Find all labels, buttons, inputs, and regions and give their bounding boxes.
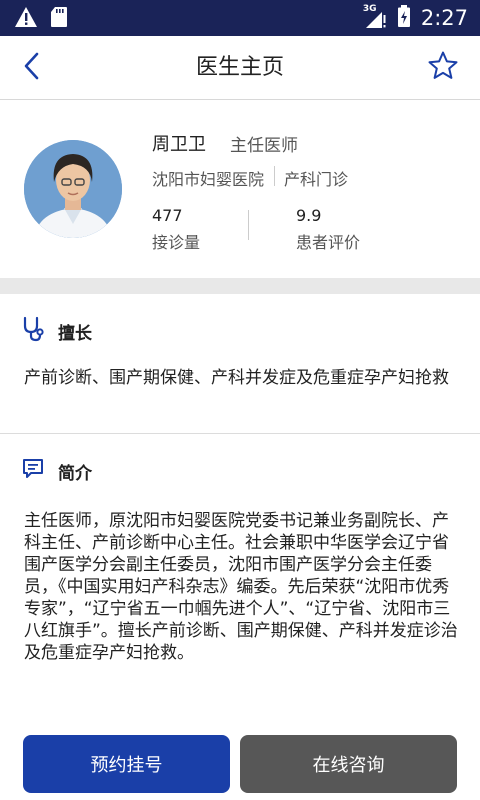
- info-divider: [274, 166, 275, 186]
- doctor-profile: 周卫卫 主任医师 沈阳市妇婴医院 产科门诊 477 接诊量 9.9 患者评价: [0, 100, 480, 278]
- doctor-name: 周卫卫: [152, 134, 206, 155]
- status-time: 2:27: [420, 6, 468, 30]
- doctor-title: 主任医师: [230, 136, 298, 156]
- consultations-count: 477: [152, 206, 183, 225]
- consultations-label: 接诊量: [152, 233, 201, 252]
- intro-header: 简介: [22, 457, 92, 485]
- intro-text: 主任医师，原沈阳市妇婴医院党委书记兼业务副院长、产科主任、产前诊断中心主任。社会…: [24, 511, 458, 663]
- book-appointment-button[interactable]: 预约挂号: [23, 735, 230, 793]
- hospital-name: 沈阳市妇婴医院: [152, 170, 265, 189]
- battery-icon: [397, 4, 411, 32]
- app-bar: 医生主页: [0, 36, 480, 100]
- specialty-header: 擅长: [22, 316, 92, 346]
- page-title: 医生主页: [195, 55, 284, 80]
- status-bar: 3G 2:27: [0, 0, 480, 36]
- warning-icon: [14, 6, 38, 32]
- stethoscope-icon: [22, 316, 44, 346]
- specialty-text: 产前诊断、围产期保健、产科并发症及危重症孕产妇抢救: [24, 368, 449, 388]
- chat-bubble-icon: [22, 457, 44, 485]
- signal-icon: 3G: [363, 4, 387, 30]
- sd-card-icon: [50, 6, 68, 32]
- specialty-heading: 擅长: [58, 323, 92, 344]
- status-notifications: [14, 6, 68, 32]
- favorite-button[interactable]: [424, 49, 462, 87]
- intro-heading: 简介: [58, 463, 92, 484]
- department-name: 产科门诊: [284, 170, 349, 189]
- stats-divider: [248, 210, 249, 240]
- section-gap: [0, 278, 480, 294]
- rating-label: 患者评价: [296, 233, 361, 252]
- rating-value: 9.9: [296, 206, 322, 225]
- star-icon: [427, 50, 459, 86]
- section-divider: [0, 433, 480, 434]
- doctor-avatar: [24, 140, 122, 238]
- online-consult-button[interactable]: 在线咨询: [240, 735, 457, 793]
